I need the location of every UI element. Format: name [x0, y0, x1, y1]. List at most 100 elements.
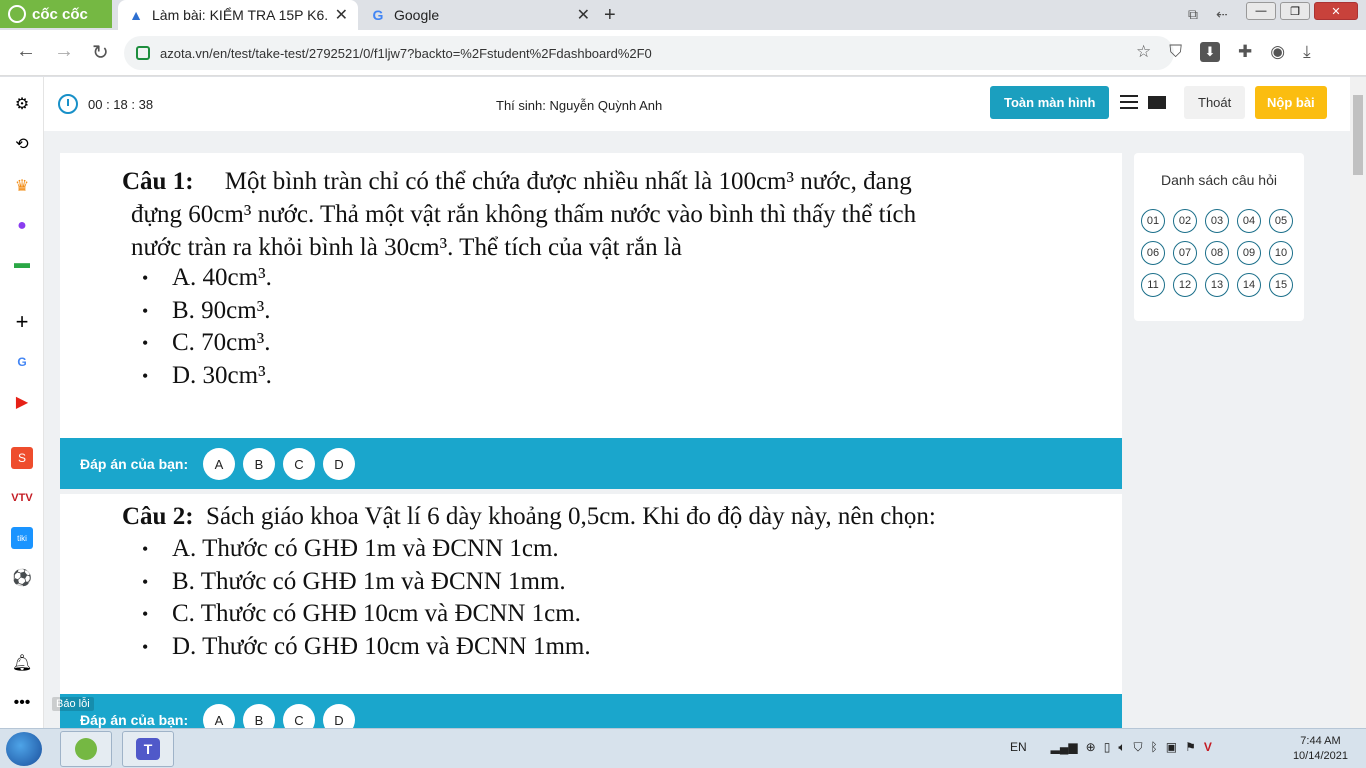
option-d: D. 30cm³.: [142, 360, 272, 393]
choice-b-button[interactable]: B: [243, 448, 275, 480]
report-error-button[interactable]: Báo lỗi: [52, 697, 94, 711]
volume-icon[interactable]: 🔈︎: [1118, 740, 1125, 755]
taskbar-teams-button[interactable]: T: [122, 731, 174, 767]
clock-icon: [58, 94, 78, 114]
choice-c-button[interactable]: C: [283, 448, 315, 480]
close-tab-icon[interactable]: ✕: [577, 5, 590, 25]
back-arrow-icon[interactable]: ⇠: [1216, 6, 1228, 23]
choice-c-button[interactable]: C: [283, 704, 315, 728]
question-nav-button[interactable]: 02: [1173, 209, 1197, 233]
choice-d-button[interactable]: D: [323, 704, 355, 728]
answer-bar-1: Đáp án của bạn: A B C D: [60, 438, 1122, 489]
vtv-icon[interactable]: VTV: [11, 487, 33, 509]
downloads-icon[interactable]: ⤓: [1303, 42, 1311, 62]
choice-d-button[interactable]: D: [323, 448, 355, 480]
network-icon[interactable]: ⊕: [1086, 740, 1096, 755]
antivirus-icon[interactable]: ⛉: [1134, 740, 1143, 755]
option-b: B. Thước có GHĐ 1m và ĐCNN 1mm.: [142, 566, 591, 599]
question-line: Một bình tràn chỉ có thể chứa được nhiều…: [224, 168, 912, 195]
choice-b-button[interactable]: B: [243, 704, 275, 728]
question-nav-button[interactable]: 13: [1205, 273, 1229, 297]
question-nav-button[interactable]: 11: [1141, 273, 1165, 297]
system-clock[interactable]: 7:44 AM 10/14/2021: [1293, 734, 1348, 764]
choice-a-button[interactable]: A: [203, 704, 235, 728]
notification-bell-icon[interactable]: 🔔︎: [11, 652, 33, 674]
exit-button[interactable]: Thoát: [1184, 86, 1246, 119]
coccoc-app-icon: [75, 738, 97, 760]
scrollbar-thumb[interactable]: [1353, 95, 1363, 175]
flag-icon[interactable]: ⚑: [1185, 740, 1196, 755]
forward-icon[interactable]: →: [54, 40, 74, 65]
window-controls: — ❐ ✕: [1246, 2, 1358, 20]
options-list-1: A. 40cm³. B. 90cm³. C. 70cm³. D. 30cm³.: [142, 262, 272, 393]
windows-start-icon[interactable]: [6, 732, 42, 766]
question-nav-button[interactable]: 06: [1141, 241, 1165, 265]
taskbar-coccoc-button[interactable]: [60, 731, 112, 767]
question-nav-button[interactable]: 01: [1141, 209, 1165, 233]
crown-icon[interactable]: ♛: [11, 175, 33, 197]
browser-brand-button[interactable]: cốc cốc: [0, 0, 112, 28]
shield-icon[interactable]: ⛉: [1169, 42, 1182, 62]
maximize-icon[interactable]: ❐: [1280, 2, 1310, 20]
screenshot-icon[interactable]: ⧉: [1188, 6, 1198, 23]
fullscreen-button[interactable]: Toàn màn hình: [990, 86, 1110, 119]
question-nav-button[interactable]: 07: [1173, 241, 1197, 265]
coccoc-logo-icon: [8, 5, 26, 23]
question-card-1: Câu 1: Một bình tràn chỉ có thể chứa đượ…: [60, 153, 1122, 438]
youtube-icon[interactable]: ▶: [11, 391, 33, 413]
settings-gear-icon[interactable]: ⚙: [11, 93, 33, 115]
battery-icon[interactable]: ▯: [1104, 740, 1111, 755]
signal-icon[interactable]: ▂▄▆: [1051, 740, 1078, 755]
question-nav-button[interactable]: 10: [1269, 241, 1293, 265]
reload-icon[interactable]: ↻: [92, 40, 109, 65]
bluetooth-icon[interactable]: ᛒ: [1151, 740, 1158, 755]
extensions-icon[interactable]: ✚: [1238, 42, 1252, 62]
gamepad-icon[interactable]: ▬: [11, 253, 33, 275]
tab-google[interactable]: G Google ✕: [360, 0, 600, 30]
question-nav-button[interactable]: 03: [1205, 209, 1229, 233]
back-icon[interactable]: ←: [16, 40, 36, 65]
clock-time: 7:44 AM: [1300, 735, 1341, 747]
address-bar[interactable]: azota.vn/en/test/take-test/2792521/0/f1l…: [124, 36, 1174, 70]
question-nav-button[interactable]: 09: [1237, 241, 1261, 265]
new-tab-icon[interactable]: +: [604, 4, 616, 27]
question-nav-button[interactable]: 12: [1173, 273, 1197, 297]
nav-buttons: ← → ↻: [16, 40, 109, 65]
bookmark-star-icon[interactable]: ☆: [1136, 42, 1151, 62]
question-line: nước tràn ra khỏi bình là 30cm³. Thể tíc…: [131, 234, 682, 261]
language-indicator[interactable]: EN: [1010, 740, 1027, 755]
question-nav-button[interactable]: 08: [1205, 241, 1229, 265]
messenger-icon[interactable]: ●: [11, 215, 33, 237]
profile-icon[interactable]: ◉: [1270, 42, 1285, 62]
shopee-icon[interactable]: S: [11, 447, 33, 469]
minimize-icon[interactable]: —: [1246, 2, 1276, 20]
choice-a-button[interactable]: A: [203, 448, 235, 480]
question-line: Sách giáo khoa Vật lí 6 dày khoảng 0,5cm…: [206, 503, 936, 530]
question-nav-button[interactable]: 05: [1269, 209, 1293, 233]
football-icon[interactable]: ⚽: [11, 567, 33, 589]
question-nav-button[interactable]: 04: [1237, 209, 1261, 233]
add-icon[interactable]: +: [11, 309, 33, 334]
more-icon[interactable]: •••: [11, 692, 33, 714]
close-tab-icon[interactable]: ✕: [335, 5, 348, 25]
google-icon[interactable]: G: [11, 351, 33, 373]
v-app-icon[interactable]: V: [1204, 740, 1212, 755]
submit-button[interactable]: Nộp bài: [1255, 86, 1327, 119]
teams-tray-icon[interactable]: ▣: [1166, 740, 1177, 755]
brand-label: cốc cốc: [32, 5, 88, 23]
question-list-panel: Danh sách câu hỏi 01 02 03 04 05 06 07 0…: [1134, 153, 1304, 321]
test-header: 00 : 18 : 38 Thí sinh: Nguyễn Quỳnh Anh …: [44, 77, 1350, 131]
option-a: A. Thước có GHĐ 1m và ĐCNN 1cm.: [142, 533, 591, 566]
teams-app-icon: T: [136, 738, 160, 760]
grid-view-icon[interactable]: [1148, 96, 1166, 109]
close-window-icon[interactable]: ✕: [1314, 2, 1358, 20]
tab-test[interactable]: ▲ Làm bài: KIỂM TRA 15P K6.pd ✕: [118, 0, 358, 30]
options-list-2: A. Thước có GHĐ 1m và ĐCNN 1cm. B. Thước…: [142, 533, 591, 663]
question-nav-button[interactable]: 15: [1269, 273, 1293, 297]
list-view-icon[interactable]: [1120, 95, 1138, 109]
page-scrollbar[interactable]: [1350, 77, 1366, 728]
question-nav-button[interactable]: 14: [1237, 273, 1261, 297]
download-icon[interactable]: ⬇: [1200, 42, 1220, 62]
history-icon[interactable]: ⟲: [11, 133, 33, 155]
tiki-icon[interactable]: tiki: [11, 527, 33, 549]
